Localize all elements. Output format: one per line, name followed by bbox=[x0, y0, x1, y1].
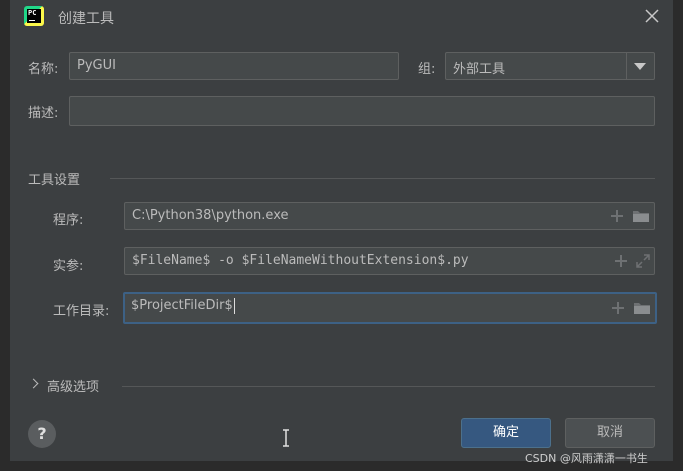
workdir-value: $ProjectFileDir$ bbox=[131, 298, 233, 313]
text-caret bbox=[233, 297, 235, 314]
advanced-options-toggle[interactable]: 高级选项 bbox=[47, 376, 99, 395]
dialog-title: 创建工具 bbox=[58, 11, 114, 27]
description-input[interactable] bbox=[69, 96, 655, 126]
pycharm-icon-text: PC bbox=[28, 9, 37, 17]
program-label: 程序: bbox=[53, 213, 84, 228]
create-tool-dialog: PC 创建工具 名称: PyGUI 组: 外部工具 描述: 工具设置 程序: C… bbox=[10, 0, 673, 461]
folder-icon[interactable] bbox=[633, 301, 651, 315]
section-divider bbox=[110, 178, 655, 179]
folder-icon[interactable] bbox=[632, 209, 650, 223]
ok-button[interactable]: 确定 bbox=[461, 418, 551, 448]
dialog-titlebar: PC 创建工具 bbox=[10, 0, 673, 34]
arguments-value: $FileName$ -o $FileNameWithoutExtension$… bbox=[132, 253, 469, 268]
watermark-text: CSDN @风雨潇潇一书生 bbox=[525, 452, 648, 465]
program-field[interactable]: C:\Python38\python.exe bbox=[124, 202, 655, 230]
plus-icon[interactable] bbox=[611, 301, 625, 315]
window-edge-left bbox=[0, 0, 10, 471]
text-cursor-icon bbox=[283, 429, 289, 447]
group-value: 外部工具 bbox=[453, 62, 506, 77]
help-button[interactable]: ? bbox=[28, 420, 56, 448]
close-icon[interactable] bbox=[644, 8, 660, 24]
pycharm-icon: PC bbox=[24, 6, 44, 26]
group-label: 组: bbox=[418, 62, 436, 77]
cancel-button[interactable]: 取消 bbox=[565, 418, 655, 448]
expand-icon[interactable] bbox=[636, 254, 650, 268]
arguments-label: 实参: bbox=[53, 259, 84, 274]
description-label: 描述: bbox=[28, 106, 59, 121]
plus-icon[interactable] bbox=[610, 209, 624, 223]
workdir-field[interactable]: $ProjectFileDir$ bbox=[123, 292, 657, 324]
window-edge-right bbox=[673, 0, 683, 471]
arguments-field[interactable]: $FileName$ -o $FileNameWithoutExtension$… bbox=[124, 247, 655, 275]
chevron-down-icon[interactable] bbox=[634, 63, 646, 70]
name-label: 名称: bbox=[28, 62, 59, 77]
program-value: C:\Python38\python.exe bbox=[132, 208, 289, 223]
advanced-divider bbox=[122, 386, 655, 387]
combobox-separator bbox=[626, 53, 627, 79]
name-input[interactable]: PyGUI bbox=[69, 52, 399, 80]
group-combobox[interactable]: 外部工具 bbox=[445, 52, 655, 80]
workdir-label: 工作目录: bbox=[53, 304, 110, 319]
tool-settings-title: 工具设置 bbox=[28, 173, 81, 188]
plus-icon[interactable] bbox=[614, 254, 628, 268]
chevron-right-icon[interactable] bbox=[28, 378, 39, 389]
